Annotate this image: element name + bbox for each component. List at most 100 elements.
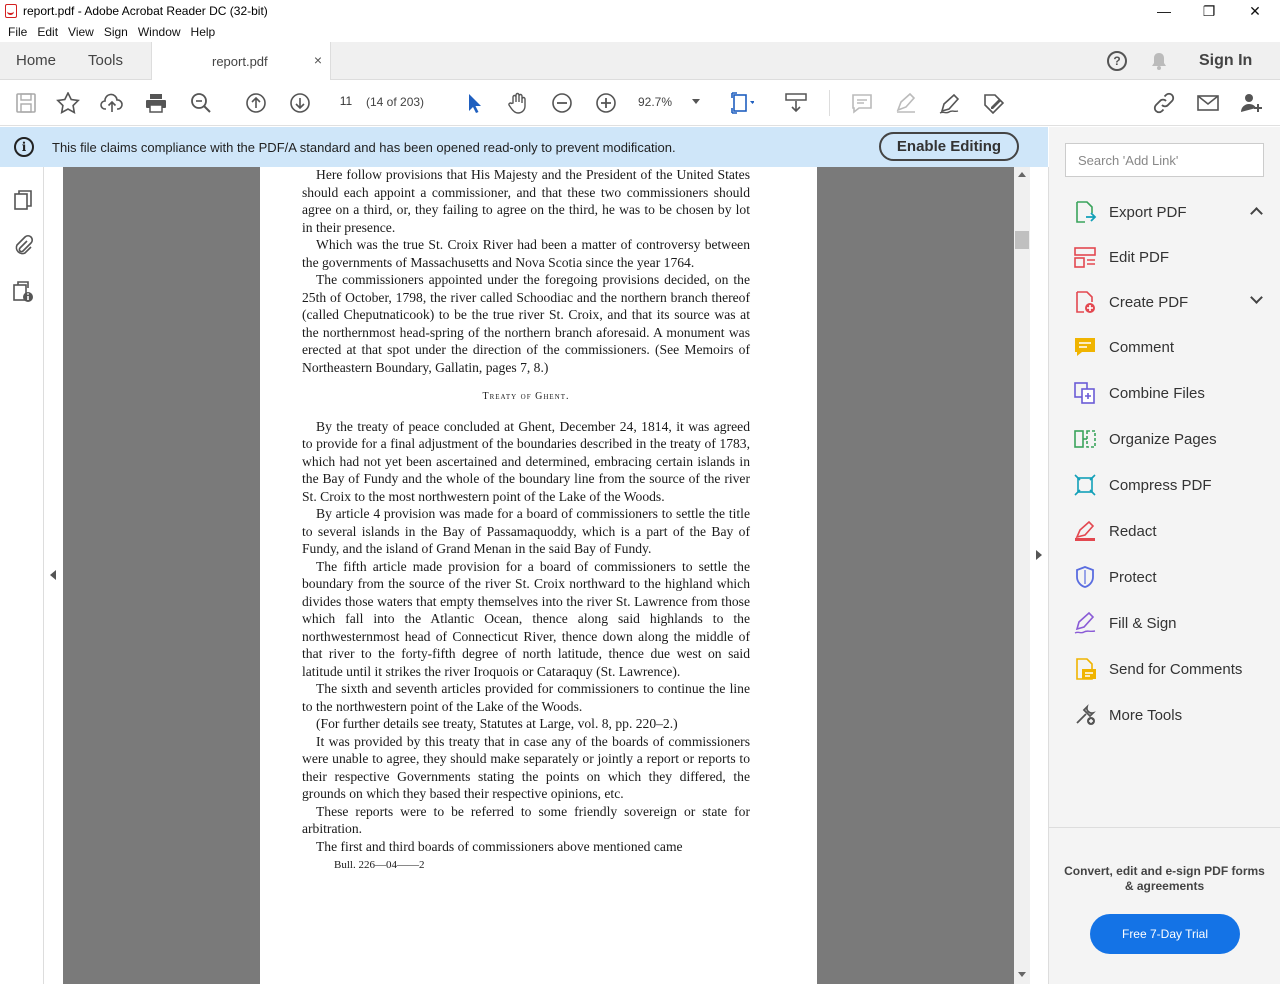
next-page-icon[interactable] — [288, 92, 312, 114]
tool-more-tools[interactable]: More Tools — [1073, 700, 1273, 730]
tool-send-for-comments[interactable]: Send for Comments — [1073, 654, 1273, 684]
tool-organize-pages[interactable]: Organize Pages — [1073, 424, 1273, 454]
upload-cloud-icon[interactable] — [100, 92, 124, 114]
close-tab-icon[interactable]: × — [314, 52, 322, 68]
page-text: Here follow provisions that His Majesty … — [302, 167, 750, 875]
page-number-input[interactable]: 11 — [330, 94, 362, 112]
scroll-thumb[interactable] — [1015, 231, 1029, 249]
tool-compress-pdf[interactable]: Compress PDF — [1073, 470, 1273, 500]
tool-protect[interactable]: Protect — [1073, 562, 1273, 592]
paragraph: The sixth and seventh articles provided … — [302, 681, 750, 714]
tool-edit-pdf[interactable]: Edit PDF — [1073, 242, 1273, 272]
more-tools-icon — [1076, 704, 1096, 725]
maximize-button[interactable]: ❐ — [1186, 0, 1232, 22]
tab-tools[interactable]: Tools — [88, 52, 123, 69]
zoom-search-icon[interactable] — [189, 92, 213, 114]
toolbar: 11 (14 of 203) 92.7% — [0, 80, 1280, 126]
help-icon[interactable]: ? — [1107, 51, 1127, 71]
paragraph: (For further details see treaty, Statute… — [316, 716, 678, 731]
minimize-button[interactable]: — — [1141, 0, 1187, 22]
vertical-scrollbar[interactable] — [1014, 167, 1030, 984]
tool-label: More Tools — [1109, 706, 1183, 724]
tab-home[interactable]: Home — [16, 52, 56, 69]
window-title: report.pdf - Adobe Acrobat Reader DC (32… — [23, 4, 268, 18]
menu-file[interactable]: File — [3, 25, 32, 39]
tool-label: Organize Pages — [1109, 430, 1217, 448]
scroll-mode-icon[interactable] — [784, 92, 808, 114]
edit-tag-icon[interactable] — [982, 92, 1006, 115]
tool-label: Compress PDF — [1109, 476, 1212, 494]
document-info-icon[interactable] — [12, 281, 34, 303]
notifications-bell-icon[interactable] — [1150, 52, 1168, 70]
compress-pdf-icon — [1074, 474, 1096, 496]
page-count-label: (14 of 203) — [366, 95, 425, 109]
attachments-paperclip-icon[interactable] — [12, 234, 34, 256]
combine-files-icon — [1074, 382, 1095, 404]
chevron-down-icon[interactable] — [1250, 291, 1263, 304]
tool-label: Fill & Sign — [1109, 614, 1177, 632]
paragraph: It was provided by this treaty that in c… — [302, 733, 750, 802]
menu-sign[interactable]: Sign — [99, 25, 133, 39]
tool-comment[interactable]: Comment — [1073, 332, 1273, 362]
free-trial-button[interactable]: Free 7-Day Trial — [1090, 914, 1240, 954]
tool-fill-sign[interactable]: Fill & Sign — [1073, 608, 1273, 638]
tool-create-pdf[interactable]: Create PDF — [1073, 287, 1273, 317]
export-pdf-icon — [1076, 201, 1097, 223]
tool-label: Send for Comments — [1109, 660, 1243, 678]
collapse-left-panel-icon[interactable] — [50, 570, 56, 580]
zoom-out-icon[interactable] — [550, 92, 574, 114]
close-window-button[interactable]: ✕ — [1232, 0, 1278, 22]
enable-editing-button[interactable]: Enable Editing — [879, 132, 1019, 161]
expand-right-pane-icon[interactable] — [1036, 550, 1042, 560]
protect-icon — [1076, 566, 1094, 588]
menu-edit[interactable]: Edit — [32, 25, 63, 39]
paragraph: Which was the true St. Croix River had b… — [302, 237, 750, 270]
page-fit-icon[interactable] — [730, 92, 755, 114]
tab-document[interactable]: report.pdf × — [151, 42, 331, 80]
paragraph: Here follow provisions that His Majesty … — [302, 167, 750, 235]
info-icon: i — [14, 137, 34, 157]
share-link-icon[interactable] — [1152, 92, 1176, 114]
banner-message: This file claims compliance with the PDF… — [52, 140, 676, 155]
save-icon[interactable] — [14, 92, 38, 114]
zoom-in-icon[interactable] — [594, 92, 618, 114]
send-comments-icon — [1076, 658, 1096, 680]
tool-label: Comment — [1109, 338, 1175, 356]
fill-sign-pen-icon[interactable] — [938, 92, 962, 114]
zoom-level-select[interactable]: 92.7% — [638, 95, 672, 109]
zoom-dropdown-caret-icon[interactable] — [692, 99, 700, 104]
title-bar: report.pdf - Adobe Acrobat Reader DC (32… — [0, 0, 1280, 22]
edit-pdf-icon — [1074, 247, 1096, 268]
page-footer: Bull. 226—04——2 — [334, 859, 425, 871]
comment-icon — [1075, 338, 1095, 356]
add-user-icon[interactable] — [1240, 92, 1264, 114]
paragraph: By article 4 provision was made for a bo… — [302, 506, 750, 556]
tool-export-pdf[interactable]: Export PDF — [1073, 197, 1273, 227]
hand-tool-icon[interactable] — [506, 92, 530, 114]
tool-label: Combine Files — [1109, 384, 1205, 402]
menu-help[interactable]: Help — [186, 25, 221, 39]
print-icon[interactable] — [144, 92, 168, 114]
tool-label: Create PDF — [1109, 293, 1189, 311]
bookmark-star-icon[interactable] — [56, 91, 80, 115]
comment-icon[interactable] — [850, 92, 874, 114]
select-cursor-icon[interactable] — [462, 92, 486, 114]
highlight-pen-icon[interactable] — [894, 92, 918, 114]
pane-divider — [1049, 827, 1280, 828]
page-thumbnails-icon[interactable] — [12, 189, 34, 211]
document-viewport[interactable]: Here follow provisions that His Majesty … — [63, 167, 1014, 984]
scroll-up-arrow-icon[interactable] — [1018, 172, 1026, 177]
tools-search-input[interactable]: Search 'Add Link' — [1065, 143, 1264, 177]
chevron-up-icon[interactable] — [1250, 207, 1263, 220]
previous-page-icon[interactable] — [244, 92, 268, 114]
sign-in-link[interactable]: Sign In — [1199, 52, 1252, 70]
tool-redact[interactable]: Redact — [1073, 516, 1273, 546]
tool-combine-files[interactable]: Combine Files — [1073, 378, 1273, 408]
menu-window[interactable]: Window — [133, 25, 186, 39]
paragraph: These reports were to be referred to som… — [302, 803, 750, 837]
menu-view[interactable]: View — [63, 25, 99, 39]
scroll-down-arrow-icon[interactable] — [1018, 972, 1026, 977]
left-navigation-rail — [0, 167, 56, 984]
create-pdf-icon — [1076, 291, 1095, 313]
email-icon[interactable] — [1196, 92, 1220, 114]
